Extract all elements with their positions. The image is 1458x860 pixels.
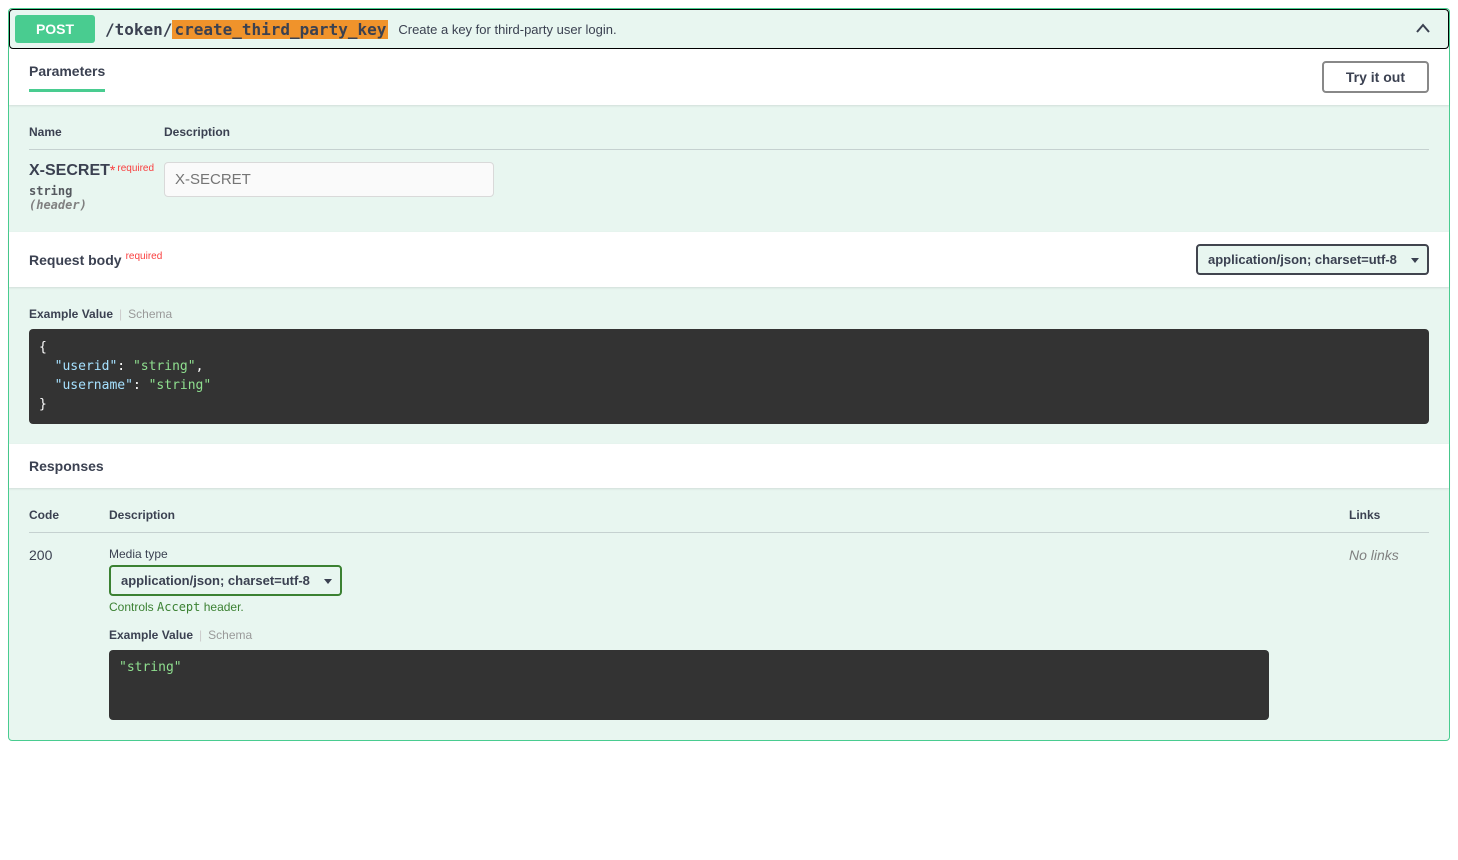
parameters-table: Name Description X-SECRET*required strin…	[9, 105, 1449, 232]
responses-table-head: Code Description Links	[29, 508, 1429, 533]
endpoint-path: /token/create_third_party_key	[105, 20, 388, 39]
parameter-type: string	[29, 180, 164, 198]
column-description-header: Description	[109, 508, 1349, 522]
request-body-title: Request body	[29, 252, 122, 268]
column-code-header: Code	[29, 508, 109, 522]
response-example: Example Value | Schema "string"	[109, 628, 1349, 720]
media-type-select[interactable]: application/json; charset=utf-8	[109, 565, 342, 596]
responses-header: Responses	[9, 444, 1449, 488]
parameter-input[interactable]	[164, 162, 494, 197]
hint-text: Controls	[109, 600, 157, 614]
example-value-tab[interactable]: Example Value	[109, 628, 193, 642]
parameter-name-cell: X-SECRET*required string (header)	[29, 162, 164, 212]
tab-separator: |	[119, 307, 122, 321]
example-tabs: Example Value | Schema	[109, 628, 1349, 642]
request-body-content: Example Value | Schema { "userid": "string…	[9, 287, 1449, 444]
example-value-tab[interactable]: Example Value	[29, 307, 113, 321]
response-description: Media type application/json; charset=utf…	[109, 547, 1349, 720]
json-key: "username"	[55, 378, 133, 393]
response-links: No links	[1349, 547, 1429, 720]
operation-summary[interactable]: POST /token/create_third_party_key Creat…	[9, 9, 1449, 49]
parameters-tab[interactable]: Parameters	[29, 63, 105, 92]
column-links-header: Links	[1349, 508, 1429, 522]
operation-body: Parameters Try it out Name Description X…	[9, 49, 1449, 740]
parameter-row: X-SECRET*required string (header)	[29, 150, 1429, 212]
operation-block: POST /token/create_third_party_key Creat…	[8, 8, 1450, 741]
try-it-out-button[interactable]: Try it out	[1322, 61, 1429, 93]
response-code: 200	[29, 547, 109, 720]
parameter-description-cell	[164, 162, 1429, 212]
media-type-select-wrap: application/json; charset=utf-8	[109, 565, 342, 596]
parameters-header: Parameters Try it out	[9, 49, 1449, 105]
chevron-up-icon[interactable]	[1413, 19, 1433, 39]
column-name-header: Name	[29, 125, 164, 139]
parameters-table-head: Name Description	[29, 125, 1429, 150]
hint-text: header.	[200, 600, 243, 614]
response-example-code: "string"	[109, 650, 1269, 720]
json-key: "userid"	[55, 359, 118, 374]
request-example-code: { "userid": "string", "username": "strin…	[29, 329, 1429, 424]
response-row: 200 Media type application/json; charset…	[29, 533, 1429, 720]
tab-separator: |	[199, 628, 202, 642]
accept-header-hint: Controls Accept header.	[109, 600, 1349, 614]
path-highlighted: create_third_party_key	[172, 20, 388, 39]
required-label: required	[115, 163, 154, 174]
path-prefix: /token/	[105, 20, 172, 39]
http-method-badge: POST	[15, 15, 95, 43]
json-value: "string"	[149, 378, 212, 393]
content-type-select[interactable]: application/json; charset=utf-8	[1196, 244, 1429, 275]
responses-title: Responses	[29, 458, 1429, 474]
content-type-select-wrap: application/json; charset=utf-8	[1196, 244, 1429, 275]
responses-table: Code Description Links 200 Media type ap…	[9, 488, 1449, 740]
request-body-header: Request bodyrequired application/json; c…	[9, 232, 1449, 287]
json-value: "string"	[133, 359, 196, 374]
parameter-in: (header)	[29, 198, 164, 212]
endpoint-description: Create a key for third-party user login.	[398, 22, 1413, 37]
schema-tab[interactable]: Schema	[128, 307, 172, 321]
hint-mono: Accept	[157, 600, 200, 614]
example-tabs: Example Value | Schema	[29, 307, 1429, 321]
request-body-required-label: required	[122, 251, 163, 262]
schema-tab[interactable]: Schema	[208, 628, 252, 642]
parameter-name: X-SECRET	[29, 162, 110, 179]
column-description-header: Description	[164, 125, 1429, 139]
media-type-label: Media type	[109, 547, 1349, 561]
